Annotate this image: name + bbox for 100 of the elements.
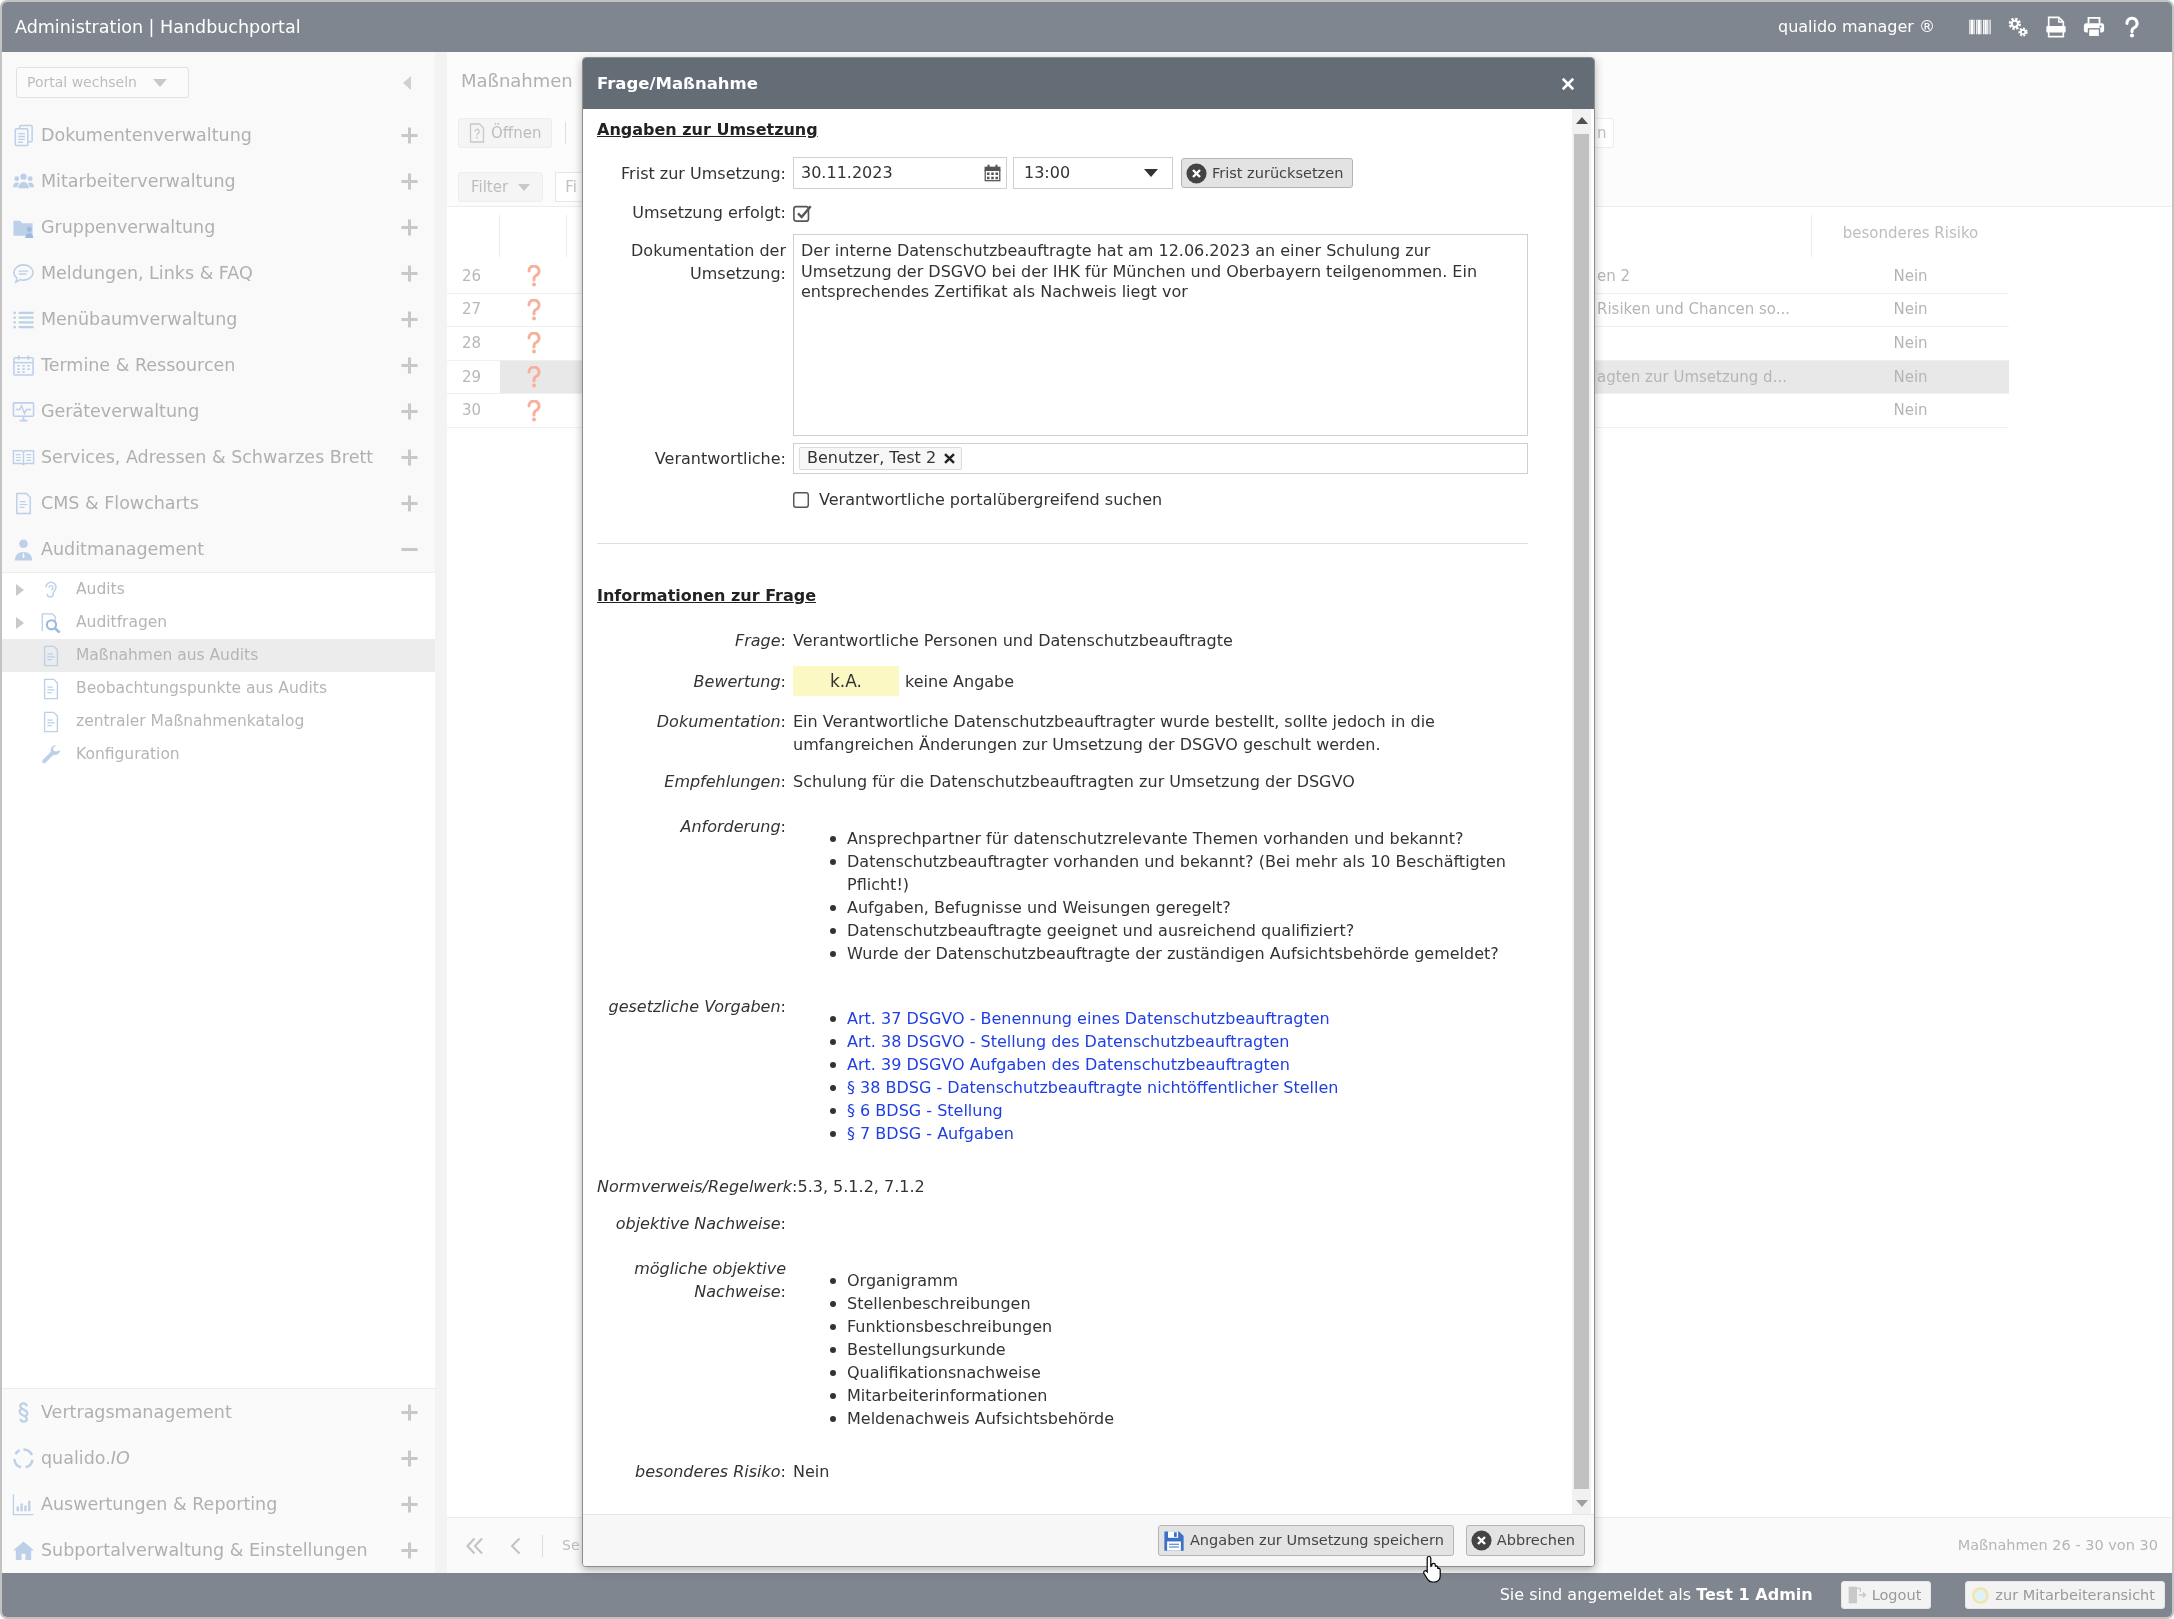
- plus-icon[interactable]: [400, 171, 419, 191]
- list-item: Funktionsbeschreibungen: [847, 1316, 1053, 1338]
- row-number: 27: [462, 299, 482, 321]
- legal-link[interactable]: Art. 37 DSGVO - Benennung eines Datenschutzbeauftragten: [847, 1007, 1330, 1030]
- splitter-bar[interactable]: [435, 52, 447, 1573]
- caret-right-icon[interactable]: [16, 616, 24, 629]
- table-cell: Risiken und Chancen so...: [1597, 299, 1790, 321]
- plus-icon[interactable]: [400, 447, 419, 467]
- portal-switch-dropdown[interactable]: Portal wechseln: [16, 67, 189, 98]
- sidebar-item[interactable]: Termine & Ressourcen: [2, 342, 435, 388]
- documentation-field[interactable]: Der interne Datenschutzbeauftragte hat am 12.06.2023 an einer Schulung zur Umsetzung der DSGVO bei der IHK für München und Oberbayern teilgenommen. Ein entsprechendes Zertifikat als Nachweis liegt vor: [793, 234, 1528, 436]
- app-title: Administration | Handbuchportal: [15, 15, 301, 39]
- sidebar-item[interactable]: Menübaumverwaltung: [2, 296, 435, 342]
- toolbar-button[interactable]: n: [1595, 118, 1614, 148]
- scroll-up-icon[interactable]: [1575, 116, 1588, 124]
- bullet-icon: [830, 1039, 836, 1045]
- page-summary: Maßnahmen 26 - 30 von 30: [1957, 1536, 2158, 1556]
- remove-icon[interactable]: [943, 452, 957, 465]
- page-title: Maßnahmen: [461, 69, 573, 93]
- gears-icon[interactable]: [2007, 16, 2029, 38]
- section-heading: Angaben zur Umsetzung: [597, 119, 818, 141]
- list-item: Bestellungsurkunde: [847, 1339, 1006, 1361]
- sidebar-subitem[interactable]: zentraler Maßnahmenkatalog: [2, 705, 435, 738]
- plus-icon[interactable]: [400, 1402, 419, 1422]
- scroll-down-icon[interactable]: [1575, 1499, 1588, 1507]
- plus-icon[interactable]: [400, 1540, 419, 1560]
- sidebar-item[interactable]: Gruppenverwaltung: [2, 204, 435, 250]
- chevron-left-icon[interactable]: [510, 1536, 521, 1555]
- calendar-icon[interactable]: [983, 163, 1002, 183]
- checkbox-label[interactable]: Verantwortliche portalübergreifend suchen: [819, 488, 1163, 511]
- plus-icon[interactable]: [400, 217, 419, 237]
- field-value: Schulung für die Datenschutzbeauftragten zur Umsetzung der DSGVO: [793, 772, 1355, 791]
- sidebar-item[interactable]: Auditmanagement: [2, 526, 435, 572]
- list-item: Datenschutzbeauftragte geeignet und ausreichend qualifiziert?: [847, 920, 1355, 942]
- plus-icon[interactable]: [400, 1448, 419, 1468]
- sidebar-item[interactable]: qualido.IO: [2, 1435, 435, 1481]
- plus-icon[interactable]: [400, 493, 419, 513]
- legal-link[interactable]: § 38 BDSG - Datenschutzbeauftragte nichtöffentlicher Stellen: [847, 1076, 1339, 1099]
- employee-view-button[interactable]: zur Mitarbeiteransicht: [1965, 1581, 2165, 1609]
- sidebar-item[interactable]: Mitarbeiterverwaltung: [2, 158, 435, 204]
- list-item: Wurde der Datenschutzbeauftragte der zuständigen Aufsichtsbehörde gemeldet?: [847, 943, 1499, 965]
- sidebar-item[interactable]: CMS & Flowcharts: [2, 480, 435, 526]
- scrollbar-thumb[interactable]: [1574, 134, 1589, 1489]
- date-field[interactable]: 30.11.2023: [793, 157, 1007, 189]
- legal-link[interactable]: Art. 38 DSGVO - Stellung des Datenschutzbeauftragten: [847, 1030, 1290, 1053]
- reset-deadline-button[interactable]: Frist zurücksetzen: [1181, 158, 1354, 188]
- table-cell: Nein: [1893, 333, 1928, 354]
- plus-icon[interactable]: [400, 263, 419, 283]
- sidebar-item[interactable]: Meldungen, Links & FAQ: [2, 250, 435, 296]
- sidebar-subitem[interactable]: Auditfragen: [2, 606, 435, 639]
- sidebar-item[interactable]: Dokumentenverwaltung: [2, 112, 435, 158]
- bullet-icon: [830, 836, 836, 842]
- search-field[interactable]: Fi: [555, 172, 582, 202]
- sidebar-item[interactable]: Subportalverwaltung & Einstellungen: [2, 1527, 435, 1573]
- question-mark-icon: [525, 332, 542, 355]
- field-value: 5.3, 5.1.2, 7.1.2: [797, 1176, 925, 1198]
- sidebar-item[interactable]: Auswertungen & Reporting: [2, 1481, 435, 1527]
- door-icon: [1846, 1585, 1867, 1605]
- field-label: Normverweis/Regelwerk:: [597, 1176, 798, 1198]
- sidebar-subitem[interactable]: Konfiguration: [2, 738, 435, 771]
- collapse-arrow-icon[interactable]: [403, 75, 411, 90]
- legal-link[interactable]: § 6 BDSG - Stellung: [847, 1099, 1003, 1122]
- column-header[interactable]: besonderes Risiko: [1842, 223, 1979, 244]
- chat-icon: [12, 261, 35, 285]
- time-select[interactable]: 13:00: [1013, 157, 1173, 189]
- plus-icon[interactable]: [400, 355, 419, 375]
- question-mark-icon: [525, 399, 542, 422]
- field-value: keine Angabe: [905, 672, 1015, 691]
- field-label: gesetzliche Vorgaben:: [608, 997, 786, 1016]
- file-icon[interactable]: [2045, 16, 2067, 38]
- sidebar-subitem[interactable]: Audits: [2, 573, 435, 606]
- double-chevron-left-icon[interactable]: [466, 1536, 483, 1555]
- printer-icon[interactable]: [2083, 16, 2105, 38]
- field-label: objektive Nachweise:: [615, 1214, 786, 1233]
- logout-button[interactable]: Logout: [1840, 1581, 1932, 1609]
- responsible-field[interactable]: Benutzer, Test 2: [793, 443, 1528, 474]
- table-cell: Nein: [1893, 299, 1928, 321]
- legal-link[interactable]: Art. 39 DSGVO Aufgaben des Datenschutzbeauftragten: [847, 1053, 1290, 1076]
- plus-icon[interactable]: [400, 401, 419, 421]
- list-item: Datenschutzbeauftragter vorhanden und bekannt? (Bei mehr als 10 Beschäftigten Pflicht!): [847, 851, 1507, 896]
- plus-icon[interactable]: [400, 309, 419, 329]
- field-value: Nein: [793, 1462, 830, 1481]
- user-tag[interactable]: Benutzer, Test 2: [799, 447, 963, 470]
- sidebar-item[interactable]: Geräteverwaltung: [2, 388, 435, 434]
- checkbox[interactable]: [793, 491, 809, 508]
- refresh-icon: [12, 1446, 35, 1470]
- save-button[interactable]: Angaben zur Umsetzung speichern: [1157, 1525, 1454, 1556]
- sidebar-subitem[interactable]: Beobachtungspunkte aus Audits: [2, 672, 435, 705]
- cancel-button[interactable]: Abbrechen: [1465, 1525, 1585, 1556]
- filter-dropdown[interactable]: Filter: [458, 172, 544, 202]
- sidebar-item[interactable]: Vertragsmanagement: [2, 1389, 435, 1435]
- close-icon[interactable]: [1561, 76, 1575, 91]
- plus-icon[interactable]: [400, 1494, 419, 1514]
- bullet-icon: [830, 1324, 836, 1330]
- legal-link[interactable]: § 7 BDSG - Aufgaben: [847, 1122, 1014, 1145]
- open-button[interactable]: Öffnen: [458, 118, 553, 148]
- plus-icon[interactable]: [400, 125, 419, 145]
- scrollbar-track[interactable]: [1572, 109, 1591, 1514]
- sidebar-item[interactable]: Services, Adressen & Schwarzes Brett: [2, 434, 435, 480]
- caret-right-icon[interactable]: [16, 583, 24, 596]
